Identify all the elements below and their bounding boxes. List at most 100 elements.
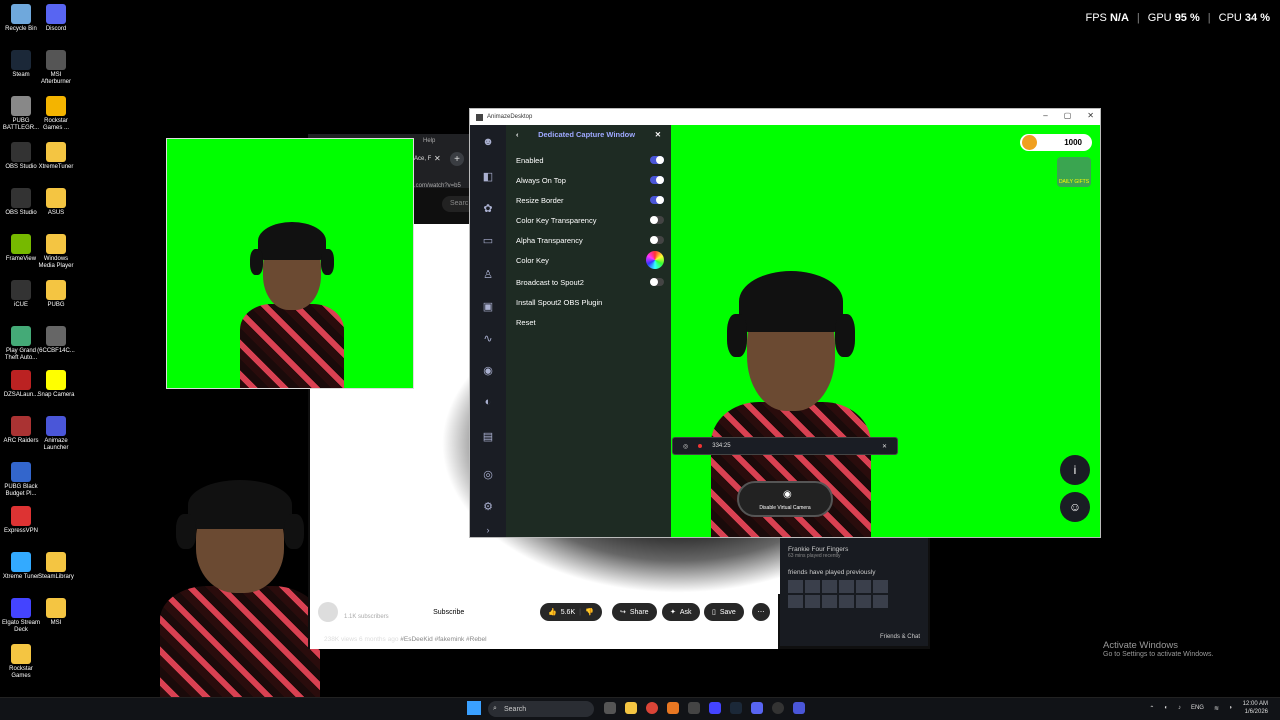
animaze-home-icon[interactable]: ☻: [479, 133, 497, 151]
setting-row[interactable]: Always On Top: [516, 173, 664, 187]
thumbs-down-icon[interactable]: 👎: [585, 608, 594, 616]
virtual-camera-button[interactable]: ◉ Disable Virtual Camera: [737, 481, 833, 517]
video-description[interactable]: 238K views 6 months ago #EsDeeKid #fakem…: [324, 636, 487, 643]
setting-toggle[interactable]: [650, 236, 664, 244]
desktop-icon[interactable]: PUBG Black Budget Pl...: [0, 462, 42, 498]
desktop-icon[interactable]: ASUS: [35, 188, 77, 217]
desktop-icon[interactable]: XtremeTuner: [35, 142, 77, 171]
save-button[interactable]: ▯ Save: [704, 603, 744, 621]
desktop-icon[interactable]: PUBG: [35, 280, 77, 309]
coin-balance[interactable]: 1000: [1020, 134, 1092, 151]
animaze-taskbar-icon[interactable]: [793, 702, 805, 714]
channel-name[interactable]: FENDIEYEBAGS: [344, 605, 407, 614]
setting-toggle[interactable]: [650, 156, 664, 164]
stream-deck-icon[interactable]: [709, 702, 721, 714]
expand-chevron-icon[interactable]: ›: [479, 521, 497, 537]
desktop-icon-image: [11, 506, 31, 526]
desktop-icon[interactable]: MSI: [35, 598, 77, 627]
more-options-button[interactable]: ⋯: [752, 603, 770, 621]
share-button[interactable]: ↪ Share: [612, 603, 657, 621]
close-icon[interactable]: ✕: [1087, 111, 1094, 120]
discord-icon[interactable]: [751, 702, 763, 714]
daily-gift-button[interactable]: DAILY GIFTS: [1057, 157, 1091, 187]
desktop-icon[interactable]: Windows Media Player: [35, 234, 77, 270]
account-icon[interactable]: ◎: [479, 465, 497, 483]
backgrounds-icon[interactable]: ▭: [479, 231, 497, 249]
setting-row[interactable]: Alpha Transparency: [516, 233, 664, 247]
thumbs-up-icon: 👍: [548, 609, 557, 616]
speaker-icon[interactable]: ◗: [1229, 705, 1233, 711]
gpu-label: GPU: [1147, 12, 1172, 24]
desktop-icon[interactable]: Snap Camera: [35, 370, 77, 399]
language-indicator[interactable]: ENG: [1191, 705, 1204, 711]
volume-icon[interactable]: ♪: [1178, 705, 1181, 711]
minimize-icon[interactable]: –: [1043, 111, 1047, 120]
setting-row[interactable]: Broadcast to Spout2: [516, 275, 664, 289]
setting-row[interactable]: Resize Border: [516, 193, 664, 207]
network-icon[interactable]: ◐: [1164, 705, 1168, 711]
wifi-icon[interactable]: ≋: [1214, 705, 1219, 712]
props-icon[interactable]: ✿: [479, 199, 497, 217]
animaze-stage[interactable]: 1000 DAILY GIFTS i ☺ ◉ Disable Virtual C…: [671, 125, 1100, 537]
desktop-icon[interactable]: SteamLibrary: [35, 552, 77, 581]
desktop-icon[interactable]: MSI Afterburner: [35, 50, 77, 86]
capture-preview-window[interactable]: [166, 138, 414, 389]
subscribe-button[interactable]: Subscribe: [423, 604, 475, 620]
friends-chat-button[interactable]: Friends & Chat: [880, 634, 920, 640]
maximize-icon[interactable]: ▢: [1064, 111, 1072, 120]
desktop-icon[interactable]: Rockstar Games ...: [35, 96, 77, 132]
task-view-icon[interactable]: [604, 702, 616, 714]
tab-close-icon[interactable]: ✕: [434, 154, 441, 163]
panel-close-icon[interactable]: ✕: [655, 130, 661, 139]
desktop-icon[interactable]: (6CCBF14C...: [35, 326, 77, 355]
chat-icon[interactable]: ◉: [479, 361, 497, 379]
desktop-icon[interactable]: Rockstar Games: [0, 644, 42, 680]
setting-row[interactable]: Color Key Transparency: [516, 213, 664, 227]
setting-row[interactable]: Install Spout2 OBS Plugin: [516, 295, 664, 309]
clock[interactable]: 12:00 AM 1/6/2026: [1243, 700, 1268, 716]
setting-row[interactable]: Enabled: [516, 153, 664, 167]
start-button[interactable]: [467, 701, 481, 715]
recording-close-icon[interactable]: ✕: [882, 443, 887, 450]
stream-icon[interactable]: ▤: [479, 427, 497, 445]
setting-toggle[interactable]: [650, 196, 664, 204]
avatars-icon[interactable]: ◧: [479, 167, 497, 185]
settings-gear-icon[interactable]: ⚙: [479, 497, 497, 515]
setting-toggle[interactable]: [650, 216, 664, 224]
poses-icon[interactable]: ♙: [479, 265, 497, 283]
back-chevron-icon[interactable]: ‹: [516, 130, 519, 139]
video-tags[interactable]: #EsDeeKid #fakemink #Rebel: [400, 636, 486, 643]
setting-toggle[interactable]: [650, 278, 664, 286]
color-picker-icon[interactable]: [646, 251, 664, 269]
browser-tab[interactable]: Ace, F: [414, 156, 431, 162]
recording-bar[interactable]: ◎ 334:25 ✕: [672, 437, 898, 455]
camera-icon[interactable]: ◎: [683, 443, 688, 450]
ask-button[interactable]: ✦ Ask: [662, 603, 700, 621]
file-explorer-icon[interactable]: [625, 702, 637, 714]
info-button[interactable]: i: [1060, 455, 1090, 485]
desktop-icon[interactable]: ExpressVPN: [0, 506, 42, 535]
video-icon[interactable]: ▣: [479, 297, 497, 315]
chevron-up-icon[interactable]: ⌃: [1149, 705, 1154, 712]
gamepad-icon[interactable]: ◐: [479, 393, 497, 411]
new-tab-icon[interactable]: +: [450, 152, 464, 166]
animaze-titlebar[interactable]: AnimazeDesktop – ▢ ✕: [470, 109, 1100, 125]
avatar-bot-icon[interactable]: ☺: [1060, 492, 1090, 522]
setting-row[interactable]: Color Key: [516, 251, 664, 269]
setting-toggle[interactable]: [650, 176, 664, 184]
app-a-icon[interactable]: [667, 702, 679, 714]
animaze-window[interactable]: AnimazeDesktop – ▢ ✕ ☻ ◧ ✿ ▭ ♙ ▣ ∿ ◉ ◐ ▤…: [469, 108, 1101, 538]
audio-icon[interactable]: ∿: [479, 329, 497, 347]
like-button[interactable]: 👍 5.6K | 👎: [540, 603, 602, 621]
app-s-icon[interactable]: [688, 702, 700, 714]
taskbar-search[interactable]: ⌕ Search: [488, 701, 594, 717]
desktop-icon[interactable]: Discord: [35, 4, 77, 33]
obs-icon[interactable]: [772, 702, 784, 714]
chrome-icon[interactable]: [646, 702, 658, 714]
steam-icon[interactable]: [730, 702, 742, 714]
setting-row[interactable]: Reset: [516, 315, 664, 329]
friend-name[interactable]: Frankie Four Fingers: [788, 546, 920, 553]
desktop-icon[interactable]: Animaze Launcher: [35, 416, 77, 452]
channel-avatar[interactable]: [318, 602, 338, 622]
menu-help[interactable]: Help: [423, 138, 435, 144]
